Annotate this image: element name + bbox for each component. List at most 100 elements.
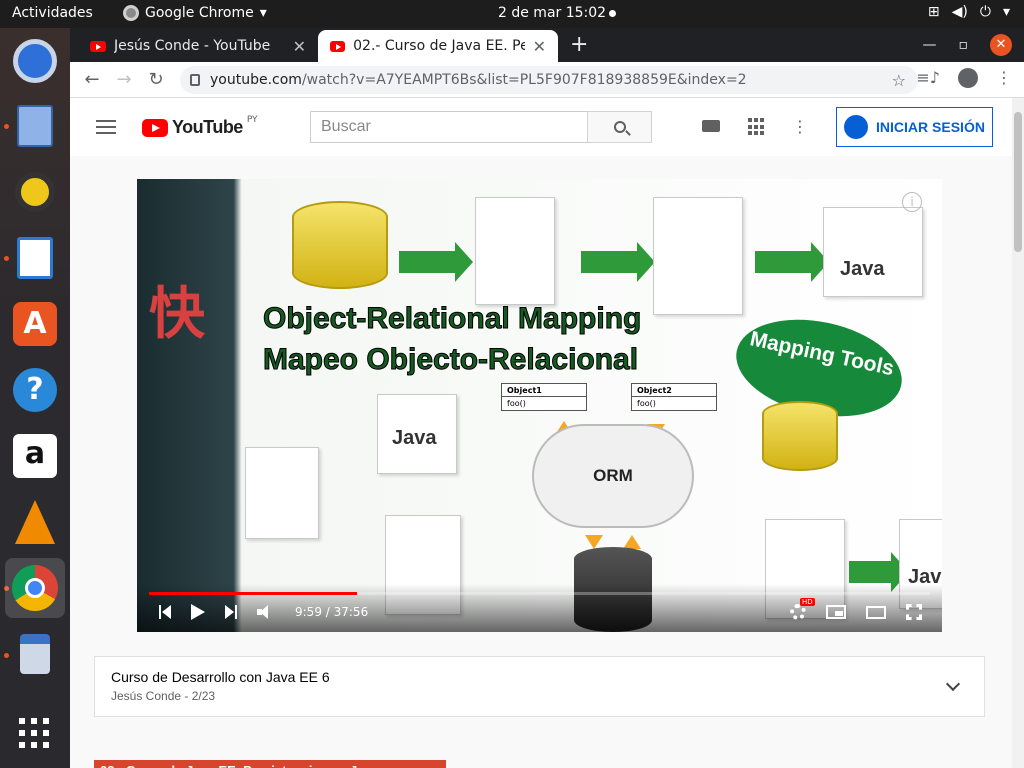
dock-amazon[interactable]: a <box>11 432 59 480</box>
reload-button[interactable]: ↻ <box>144 68 168 92</box>
libreoffice-writer-icon <box>17 237 53 279</box>
tab-strip: Jesús Conde - YouTube ✕ 02.- Curso de Ja… <box>70 28 1024 62</box>
search-input[interactable]: Buscar <box>310 111 588 143</box>
dock-software[interactable]: A <box>11 300 59 348</box>
java-label: Java <box>840 258 885 280</box>
notification-dot <box>609 9 617 17</box>
info-icon[interactable]: i <box>902 192 922 212</box>
tab-jesus-conde-youtube[interactable]: Jesús Conde - YouTube ✕ <box>78 30 318 62</box>
youtube-play-logo-icon <box>142 118 168 137</box>
bookmark-star-icon[interactable]: ☆ <box>892 71 906 90</box>
clock[interactable]: 2 de mar 15:02 <box>498 5 617 21</box>
chrome-icon <box>123 5 139 21</box>
clock-label: 2 de mar 15:02 <box>498 5 607 21</box>
paint-icon <box>20 634 50 674</box>
dock-chromium[interactable] <box>11 37 59 85</box>
vlc-icon <box>15 500 55 544</box>
fullscreen-icon[interactable] <box>906 604 922 620</box>
toolbar-actions: ≡♪ ⋮ <box>916 68 1012 88</box>
previous-icon[interactable] <box>159 605 171 619</box>
menu-hamburger-icon[interactable] <box>96 120 116 138</box>
arrow-icon <box>581 242 655 282</box>
sign-in-button[interactable]: INICIAR SESIÓN <box>836 107 993 147</box>
document-icon <box>653 197 743 315</box>
chrome-menu-icon[interactable]: ⋮ <box>996 68 1012 88</box>
chrome-icon <box>12 565 58 611</box>
profile-icon[interactable] <box>958 68 978 88</box>
player-controls: 9:59 / 37:56 HD <box>137 584 942 632</box>
media-queue-icon[interactable]: ≡♪ <box>916 68 940 88</box>
tab-curso-java-ee[interactable]: 02.- Curso de Java EE. Per ✕ <box>318 30 558 62</box>
youtube-logo[interactable]: YouTube PY <box>142 114 258 138</box>
caret-down-icon[interactable]: ▾ <box>1003 4 1010 20</box>
power-icon[interactable]: ⏻ <box>980 4 991 20</box>
maximize-button[interactable]: ▫ <box>959 37 969 53</box>
playlist-title[interactable]: Curso de Desarrollo con Java EE 6 <box>111 669 330 685</box>
document-icon <box>475 197 555 305</box>
software-center-icon: A <box>13 302 57 346</box>
progress-played <box>149 592 357 595</box>
close-tab-icon[interactable]: ✕ <box>533 37 546 56</box>
theater-mode-icon[interactable] <box>866 605 886 619</box>
chevron-down-icon[interactable] <box>945 676 961 692</box>
search-icon <box>613 121 626 133</box>
show-applications-icon[interactable] <box>19 718 49 748</box>
slide-headline-spanish: Mapeo Objecto-Relacional <box>262 343 639 377</box>
object1-title: Object1 <box>502 384 586 397</box>
activities-button[interactable]: Actividades <box>12 5 93 21</box>
settings-dots-icon[interactable]: ⋮ <box>792 117 808 136</box>
volume-icon[interactable]: ◀) <box>952 4 968 20</box>
arrow-icon <box>849 552 909 592</box>
progress-bar[interactable] <box>149 592 930 595</box>
youtube-favicon-icon <box>330 40 346 52</box>
time-display: 9:59 / 37:56 <box>295 605 369 619</box>
address-bar[interactable]: youtube.com/watch?v=A7YEAMPT6Bs&list=PL5… <box>180 66 918 94</box>
play-icon[interactable] <box>191 604 205 620</box>
chrome-window: Jesús Conde - YouTube ✕ 02.- Curso de Ja… <box>70 28 1024 768</box>
miniplayer-icon[interactable] <box>826 605 846 619</box>
arrow-icon <box>399 242 473 282</box>
caret-down-icon: ▾ <box>259 5 267 21</box>
create-video-icon[interactable] <box>702 120 720 132</box>
country-code: PY <box>246 114 258 125</box>
dock-chrome[interactable] <box>5 558 65 618</box>
window-controls: — ▫ ✕ <box>923 28 1024 62</box>
back-button[interactable]: ← <box>80 68 104 92</box>
tab-title: Jesús Conde - YouTube <box>114 38 271 54</box>
lock-icon[interactable] <box>190 74 200 86</box>
scrollbar-thumb[interactable] <box>1014 112 1022 252</box>
files-icon <box>17 105 53 147</box>
minimize-button[interactable]: — <box>923 37 937 53</box>
volume-icon[interactable] <box>257 605 275 619</box>
next-icon[interactable] <box>225 605 237 619</box>
dock-paint[interactable] <box>11 630 59 678</box>
playlist-panel[interactable]: Curso de Desarrollo con Java EE 6 Jesús … <box>94 656 985 717</box>
object1-box: Object1 foo() <box>501 383 587 411</box>
app-menu[interactable]: Google Chrome ▾ <box>123 5 267 21</box>
document-icon: Java <box>377 394 457 474</box>
dock-help[interactable]: ? <box>11 366 59 414</box>
new-tab-button[interactable]: + <box>570 32 588 57</box>
controls-left: 9:59 / 37:56 <box>159 604 368 620</box>
running-indicator <box>4 256 9 261</box>
video-player[interactable]: 快 Java Object-Relational Mapping Mapeo O… <box>137 179 942 632</box>
forward-button[interactable]: → <box>112 68 136 92</box>
close-window-button[interactable]: ✕ <box>990 34 1012 56</box>
dock-rhythmbox[interactable] <box>11 168 59 216</box>
search-button[interactable] <box>587 111 652 143</box>
youtube-header: YouTube PY Buscar ⋮ INICIAR SESIÓN <box>70 98 1012 156</box>
system-tray[interactable]: ⊞ ◀) ⏻ ▾ <box>928 4 1010 20</box>
apps-grid-icon[interactable] <box>748 118 764 136</box>
settings-gear-icon[interactable]: HD <box>790 598 815 620</box>
rhythmbox-icon <box>15 172 55 212</box>
dock-files[interactable] <box>11 102 59 150</box>
url-host: youtube.com <box>210 72 302 88</box>
database-icon <box>292 201 388 289</box>
page-scrollbar[interactable] <box>1012 98 1024 768</box>
account-circle-icon <box>844 115 869 139</box>
dock-vlc[interactable] <box>11 498 59 546</box>
network-icon[interactable]: ⊞ <box>928 4 940 20</box>
close-tab-icon[interactable]: ✕ <box>293 37 306 56</box>
object2-title: Object2 <box>632 384 716 397</box>
dock-writer[interactable] <box>11 234 59 282</box>
